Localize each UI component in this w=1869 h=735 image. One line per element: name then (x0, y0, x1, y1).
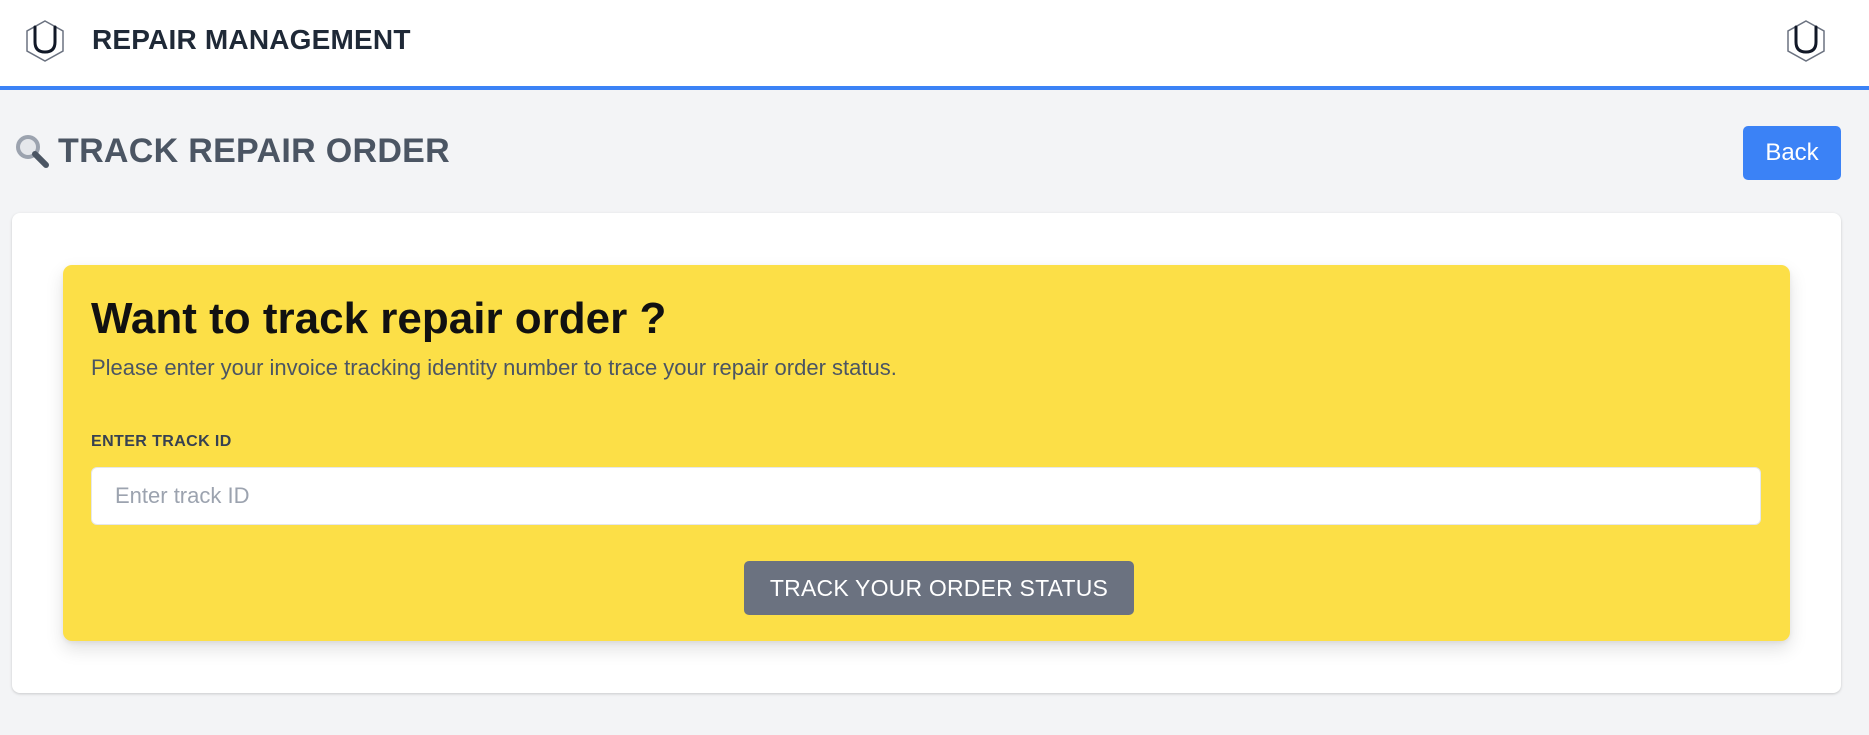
track-order-panel: Want to track repair order ? Please ente… (63, 265, 1790, 641)
content-card: Want to track repair order ? Please ente… (12, 213, 1841, 693)
page-header: TRACK REPAIR ORDER Back (0, 90, 1869, 210)
back-button[interactable]: Back (1743, 126, 1841, 180)
track-id-label: ENTER TRACK ID (91, 433, 232, 450)
track-order-status-button[interactable]: TRACK YOUR ORDER STATUS (744, 561, 1134, 615)
brand-logo-icon[interactable] (24, 19, 66, 63)
top-navbar: REPAIR MANAGEMENT (0, 0, 1869, 90)
user-avatar-icon[interactable] (1785, 19, 1827, 63)
track-id-input[interactable] (91, 467, 1761, 525)
app-title: REPAIR MANAGEMENT (92, 24, 411, 55)
panel-description: Please enter your invoice tracking ident… (91, 355, 897, 380)
panel-heading: Want to track repair order ? (91, 294, 667, 343)
page-title: TRACK REPAIR ORDER (58, 132, 451, 170)
search-icon (14, 133, 50, 169)
